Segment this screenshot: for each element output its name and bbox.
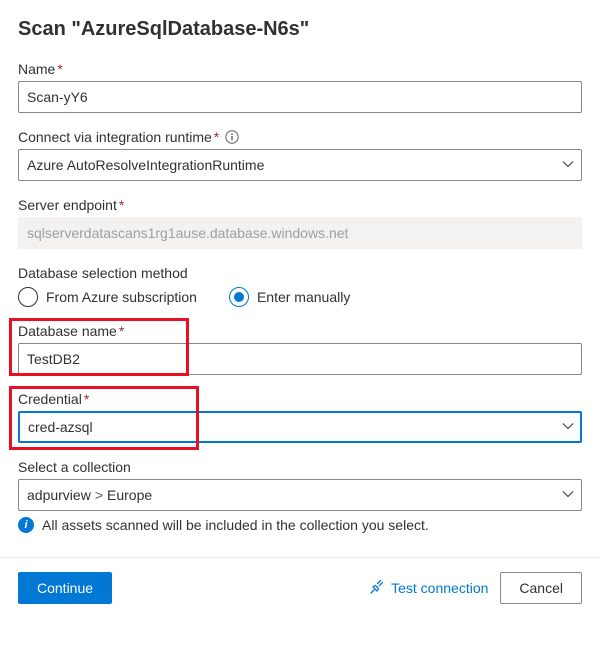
field-credential: Credential * (18, 391, 582, 443)
breadcrumb-child: Europe (107, 487, 152, 503)
runtime-select-value[interactable] (18, 149, 582, 181)
required-asterisk: * (119, 323, 124, 339)
endpoint-label-text: Server endpoint (18, 197, 117, 213)
page-title: Scan "AzureSqlDatabase-N6s" (18, 18, 582, 41)
name-input[interactable] (18, 81, 582, 113)
credential-select-value[interactable] (18, 411, 582, 443)
divider (0, 557, 600, 558)
collection-select-value[interactable]: adpurview > Europe (18, 479, 582, 511)
credential-select[interactable] (18, 411, 582, 443)
radio-enter-manually[interactable]: Enter manually (229, 287, 350, 307)
dbname-input[interactable] (18, 343, 582, 375)
required-asterisk: * (57, 61, 62, 77)
radio-circle-icon (18, 287, 38, 307)
required-asterisk: * (119, 197, 124, 213)
radio-manual-label: Enter manually (257, 289, 350, 305)
radio-dot-icon (234, 292, 244, 302)
required-asterisk: * (214, 129, 219, 145)
runtime-label-text: Connect via integration runtime (18, 129, 212, 145)
field-collection: Select a collection adpurview > Europe i… (18, 459, 582, 533)
credential-label-text: Credential (18, 391, 82, 407)
dbmethod-label-text: Database selection method (18, 265, 188, 281)
collection-label: Select a collection (18, 459, 582, 475)
test-connection-label: Test connection (391, 580, 488, 596)
test-connection-button[interactable]: Test connection (369, 579, 488, 598)
continue-button[interactable]: Continue (18, 572, 112, 604)
endpoint-input (18, 217, 582, 249)
footer: Continue Test connection Cancel (18, 572, 582, 604)
info-icon[interactable] (225, 130, 239, 144)
dbname-label-text: Database name (18, 323, 117, 339)
name-label-text: Name (18, 61, 55, 77)
field-dbmethod: Database selection method From Azure sub… (18, 265, 582, 307)
endpoint-label: Server endpoint * (18, 197, 582, 213)
collection-info-text: All assets scanned will be included in t… (42, 517, 429, 533)
dbname-label: Database name * (18, 323, 582, 339)
dbmethod-radio-group: From Azure subscription Enter manually (18, 287, 582, 307)
radio-subscription-label: From Azure subscription (46, 289, 197, 305)
runtime-label: Connect via integration runtime * (18, 129, 582, 145)
credential-label: Credential * (18, 391, 582, 407)
field-runtime: Connect via integration runtime * (18, 129, 582, 181)
info-icon: i (18, 517, 34, 533)
runtime-select[interactable] (18, 149, 582, 181)
collection-select[interactable]: adpurview > Europe (18, 479, 582, 511)
dbmethod-label: Database selection method (18, 265, 582, 281)
collection-info: i All assets scanned will be included in… (18, 517, 582, 533)
field-endpoint: Server endpoint * (18, 197, 582, 249)
radio-circle-icon (229, 287, 249, 307)
field-dbname: Database name * (18, 323, 582, 375)
cancel-button[interactable]: Cancel (500, 572, 582, 604)
collection-label-text: Select a collection (18, 459, 131, 475)
plug-icon (369, 579, 385, 598)
name-label: Name * (18, 61, 582, 77)
chevron-right-icon: > (91, 487, 107, 503)
radio-from-subscription[interactable]: From Azure subscription (18, 287, 197, 307)
required-asterisk: * (84, 391, 89, 407)
field-name: Name * (18, 61, 582, 113)
breadcrumb-parent: adpurview (27, 487, 91, 503)
